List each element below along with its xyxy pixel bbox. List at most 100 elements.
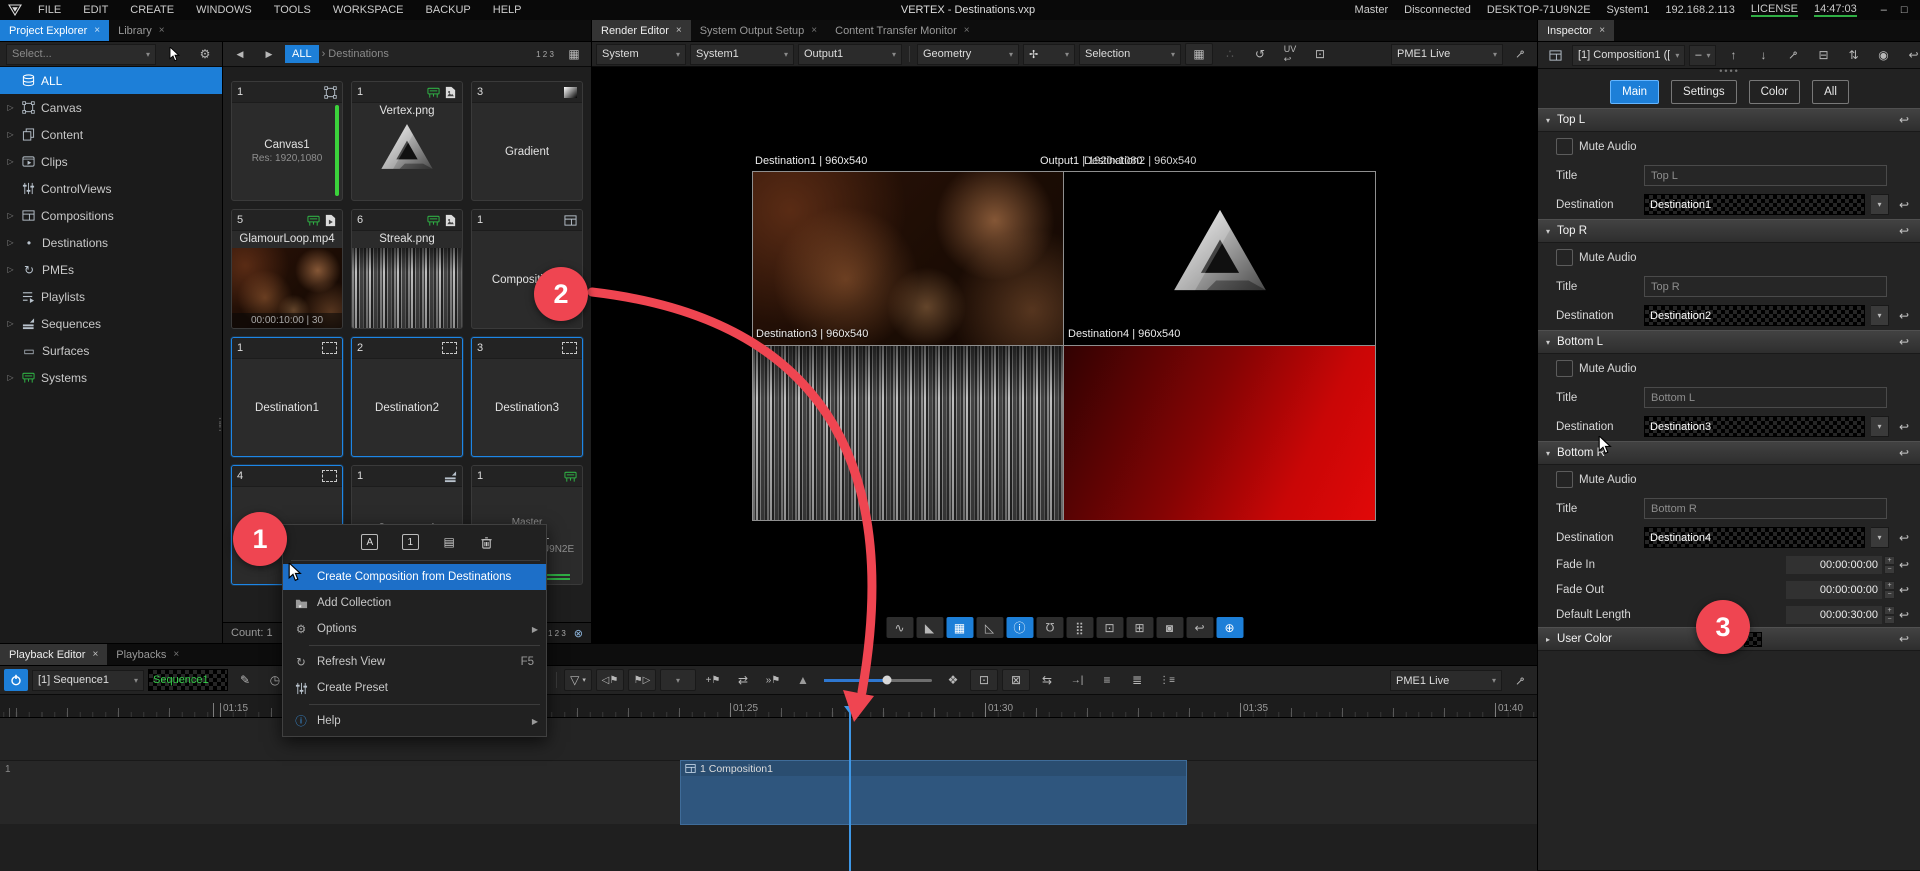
h-scroll-icon[interactable]: ⇆ (1034, 670, 1060, 690)
snapshot-icon[interactable]: ◙ (1156, 617, 1183, 638)
sidebar-item-systems[interactable]: ▷Systems (0, 364, 222, 391)
prev-object-icon[interactable]: ↑ (1720, 45, 1746, 65)
crop-tool-icon[interactable]: ⊡ (1307, 44, 1333, 64)
close-icon[interactable]: × (94, 25, 100, 36)
stepper-buttons[interactable]: +− (1884, 556, 1895, 574)
destination-dropdown[interactable]: Destination2 (1644, 305, 1865, 326)
sequence-name-field[interactable]: Sequence1 (148, 669, 228, 691)
reset-icon[interactable]: ↩ (1895, 531, 1913, 545)
tile-destination2[interactable]: 2Destination2 (351, 337, 463, 457)
reset-all-icon[interactable]: ↩ (1900, 45, 1920, 65)
pick-cursor-button[interactable] (162, 44, 188, 64)
stepper-buttons[interactable]: +− (1884, 606, 1895, 624)
chevron-down-icon[interactable]: ▾ (1871, 305, 1889, 326)
tab-main[interactable]: Main (1610, 80, 1659, 104)
beam-icon[interactable]: ◺ (976, 617, 1003, 638)
row-height-icon[interactable]: ≣ (1124, 670, 1150, 690)
tab-all[interactable]: All (1812, 80, 1849, 104)
speed-slider[interactable] (824, 670, 932, 690)
section-header-top-l[interactable]: ▾Top L↩ (1538, 108, 1920, 132)
menu-item-create-preset[interactable]: Create Preset (283, 675, 546, 701)
sidebar-item-canvas[interactable]: ▷Canvas (0, 94, 222, 121)
stepper-buttons[interactable]: +− (1884, 581, 1895, 599)
reset-icon[interactable]: ↩ (1895, 420, 1913, 434)
snap-points-icon[interactable]: ∴ (1217, 44, 1243, 64)
composition-clip[interactable]: 1 Composition1 (680, 760, 1187, 825)
follow-icon[interactable]: ❖ (940, 670, 966, 690)
timeline-track-area[interactable]: 1 1 Composition1 (0, 718, 1537, 871)
sequence-selector-dropdown[interactable]: [1] Sequence1▾ (32, 670, 144, 691)
tile-destination1[interactable]: 1Destination1 (231, 337, 343, 457)
timecode-input[interactable]: 00:00:00:00 (1786, 556, 1882, 574)
pin-icon[interactable]: ⊸ (1504, 664, 1537, 697)
maximize-button[interactable]: □ (1901, 4, 1908, 16)
timecode-input[interactable]: 00:00:30:00 (1786, 606, 1882, 624)
edit-sequence-icon[interactable]: ✎ (232, 670, 258, 690)
sidebar-item-all[interactable]: ▷ALL (0, 67, 222, 94)
pin-icon[interactable]: ⊸ (1504, 38, 1537, 71)
grid-overlay-icon[interactable]: ▦ (946, 617, 973, 638)
filter-all-chip[interactable]: ALL (285, 45, 319, 63)
title-input[interactable] (1644, 387, 1887, 408)
reset-icon[interactable]: ↩ (1895, 608, 1913, 622)
minimize-button[interactable]: – (1881, 4, 1887, 16)
sidebar-item-controlviews[interactable]: ▷ControlViews (0, 175, 222, 202)
magnet-icon[interactable]: Ω (1036, 617, 1063, 638)
license-link[interactable]: LICENSE (1751, 3, 1798, 17)
grid-snap-icon[interactable]: ▦ (1185, 43, 1213, 65)
info-overlay-icon[interactable]: ⓘ (1006, 617, 1033, 638)
next-object-icon[interactable]: ↓ (1750, 45, 1776, 65)
reset-icon[interactable]: ↩ (1895, 632, 1913, 646)
rotate-tool-icon[interactable]: ↺ (1247, 44, 1273, 64)
destination2-preview[interactable] (1064, 172, 1375, 346)
gradient-icon[interactable]: ◣ (916, 617, 943, 638)
tab-playback-editor[interactable]: Playback Editor× (0, 644, 107, 665)
tab-library[interactable]: Library× (109, 20, 173, 41)
title-input[interactable] (1644, 165, 1887, 186)
tab-settings[interactable]: Settings (1671, 80, 1737, 104)
close-icon[interactable]: × (964, 25, 970, 36)
power-button[interactable] (4, 669, 28, 691)
dots-grid-icon[interactable]: ⣿ (1066, 617, 1093, 638)
tab-system-output-setup[interactable]: System Output Setup× (691, 20, 826, 41)
menu-item-options[interactable]: ⚙Options▶ (283, 616, 546, 642)
close-icon[interactable]: × (1599, 25, 1605, 36)
gizmo-icon[interactable]: ⊕ (1216, 617, 1243, 638)
render-viewport[interactable]: Destination1 | 960x540 Output1 | 1920x10… (592, 67, 1537, 643)
close-icon[interactable]: × (92, 649, 98, 660)
mute-audio-checkbox[interactable] (1556, 360, 1573, 377)
select-dropdown[interactable]: Select... ▾ (6, 44, 156, 65)
nudge-icon[interactable]: ▲ (790, 670, 816, 690)
pme-dropdown[interactable]: PME1 Live▾ (1390, 670, 1502, 691)
nav-back-button[interactable]: ◀ (227, 44, 253, 64)
title-input[interactable] (1644, 276, 1887, 297)
output-dropdown[interactable]: Output1▾ (798, 44, 902, 65)
chevron-down-icon[interactable]: ▾ (1871, 416, 1889, 437)
reset-icon[interactable]: ↩ (1895, 309, 1913, 323)
reset-icon[interactable]: ↩ (1895, 558, 1913, 572)
tab-color[interactable]: Color (1749, 80, 1800, 104)
gear-button[interactable]: ⚙ (192, 44, 218, 64)
reset-icon[interactable]: ↩ (1895, 583, 1913, 597)
close-icon[interactable]: × (159, 25, 165, 36)
tab-playbacks[interactable]: Playbacks× (107, 644, 188, 665)
reset-icon[interactable]: ↩ (1895, 446, 1913, 460)
selection-dropdown[interactable]: Selection▾ (1079, 44, 1181, 65)
sidebar-item-content[interactable]: ▷Content (0, 121, 222, 148)
clip-body[interactable] (681, 776, 1186, 824)
preset-icon[interactable]: ▤ (442, 535, 456, 549)
destination-dropdown[interactable]: Destination3 (1644, 416, 1865, 437)
chevron-right-icon[interactable]: ▷ (5, 103, 16, 112)
chevron-right-icon[interactable]: ▷ (5, 265, 16, 274)
section-header-bottom-l[interactable]: ▾Bottom L↩ (1538, 330, 1920, 354)
chevron-right-icon[interactable]: ▷ (5, 319, 16, 328)
geometry-dropdown[interactable]: Geometry▾ (917, 44, 1019, 65)
sidebar-item-surfaces[interactable]: ▷▭Surfaces (0, 337, 222, 364)
tile-gradient[interactable]: 3Gradient (471, 81, 583, 201)
destination3-preview[interactable] (753, 346, 1064, 520)
waveform-icon[interactable]: ∿ (886, 617, 913, 638)
track-options-icon[interactable]: ⋮≡ (1154, 670, 1180, 690)
sort-ids-icon[interactable]: ⇅ (1840, 45, 1866, 65)
timecode-input[interactable]: 00:00:00:00 (1786, 581, 1882, 599)
drag-handle[interactable]: •••• (1538, 69, 1920, 76)
